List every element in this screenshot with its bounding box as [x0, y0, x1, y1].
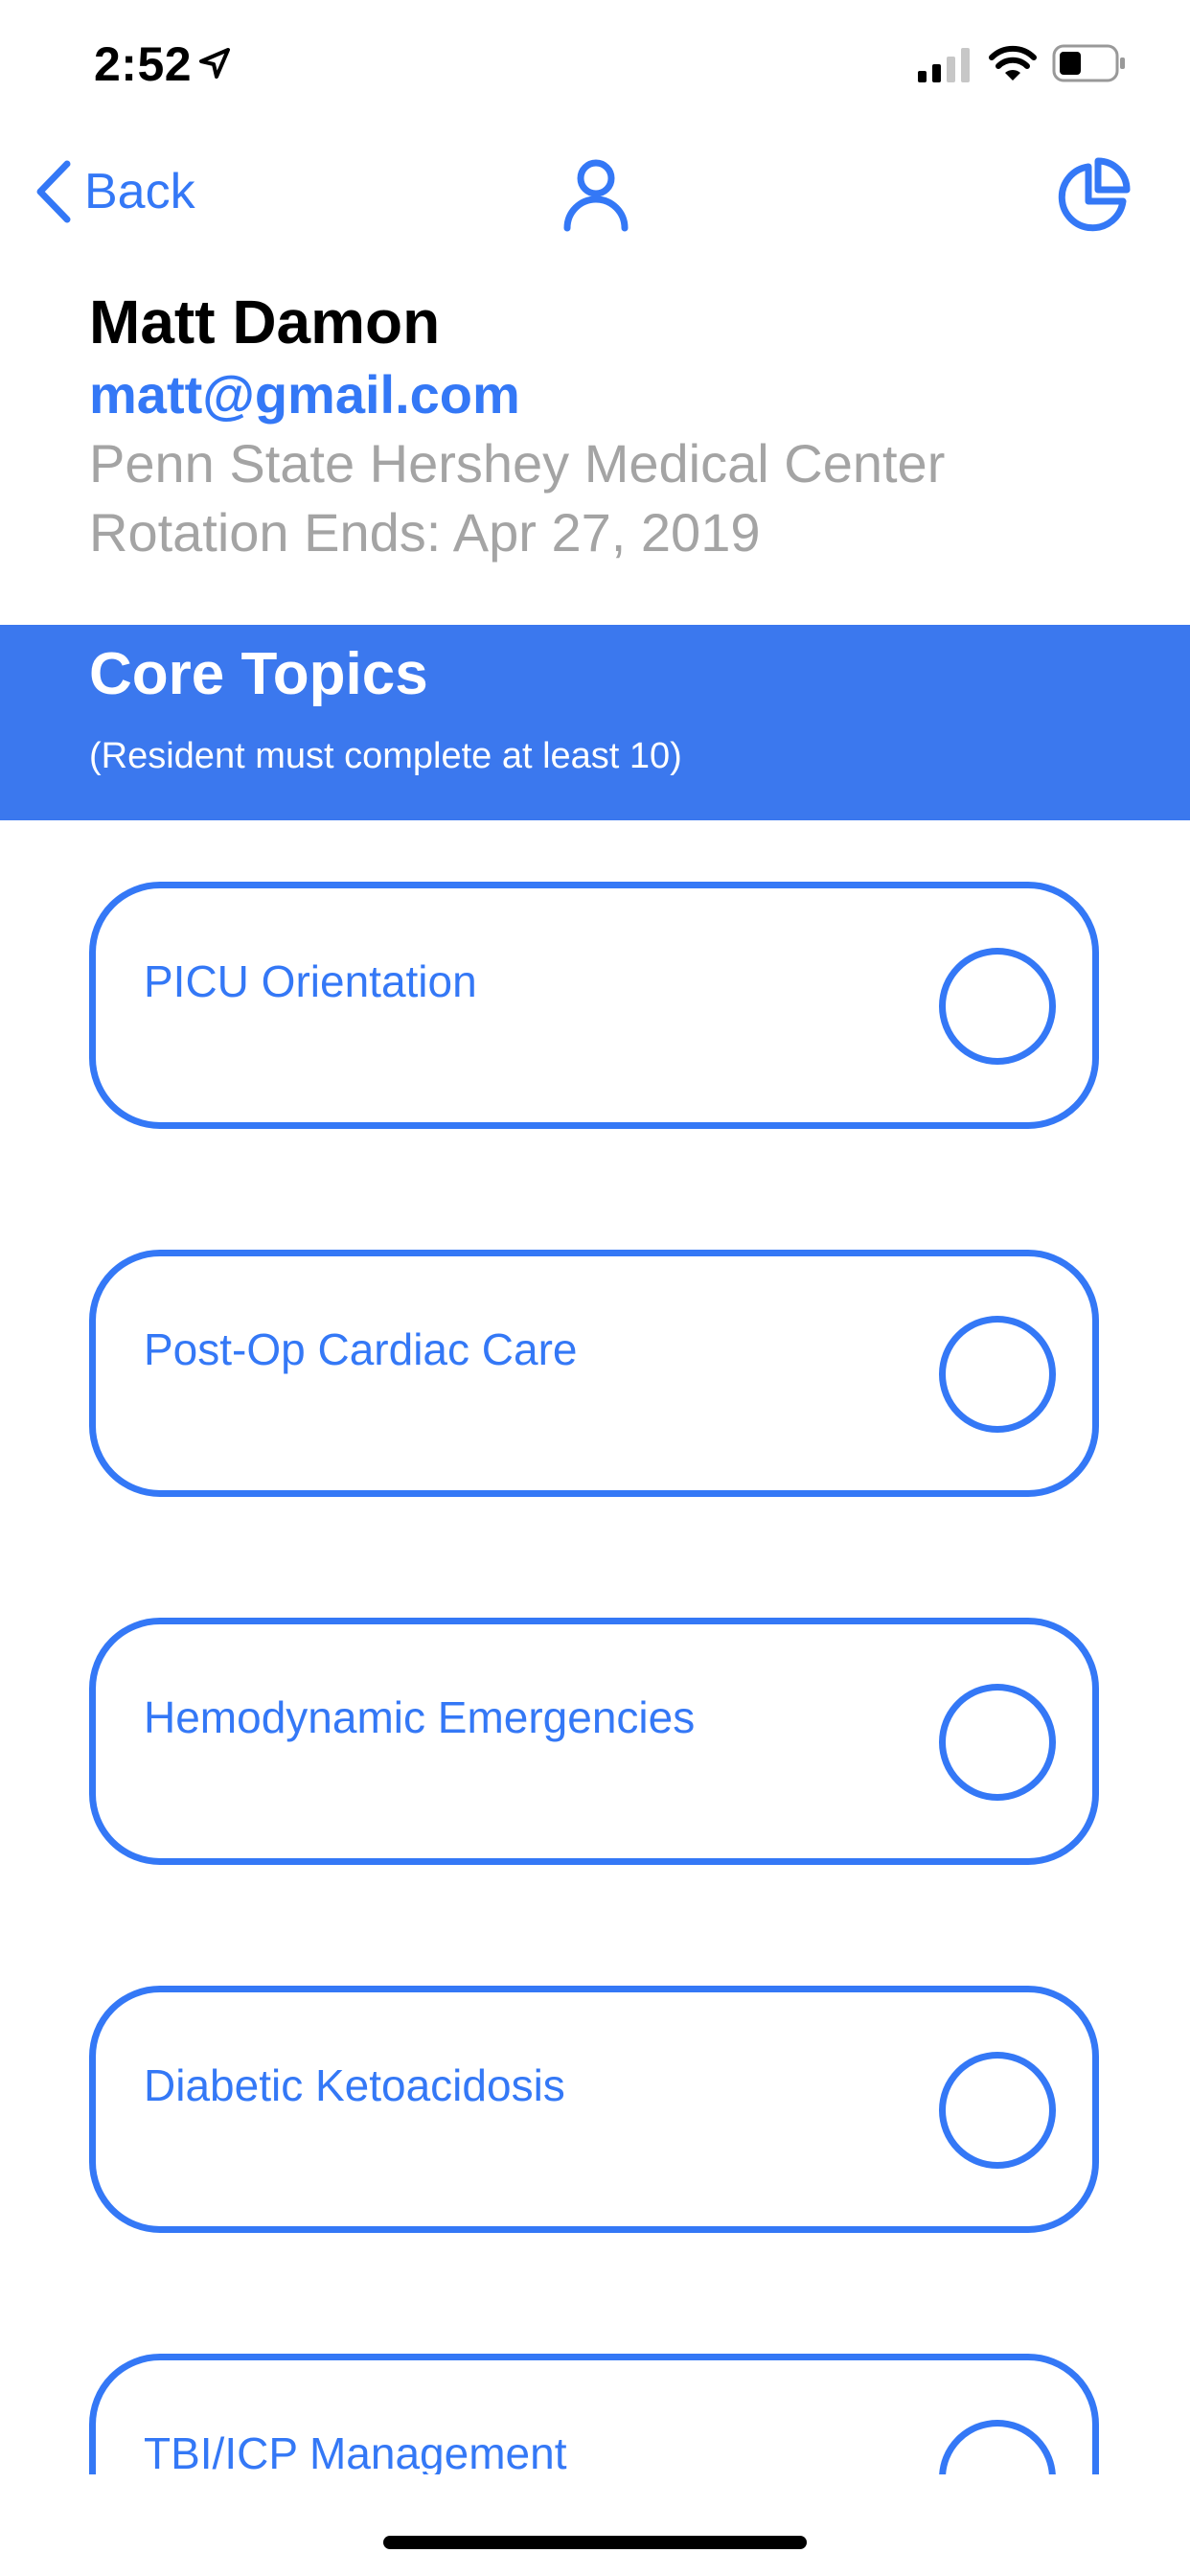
topic-label: PICU Orientation	[144, 956, 477, 1006]
navigation-bar: Back	[0, 134, 1190, 249]
status-bar: 2:52	[0, 0, 1190, 126]
topic-card[interactable]: PICU Orientation	[89, 882, 1099, 1129]
core-topics-header: Core Topics (Resident must complete at l…	[0, 625, 1190, 820]
resident-email[interactable]: matt@gmail.com	[89, 360, 1143, 429]
wifi-icon	[989, 45, 1037, 80]
completion-circle-icon[interactable]	[939, 2420, 1056, 2474]
topic-label: Post-Op Cardiac Care	[144, 1324, 578, 1374]
topic-label: Hemodynamic Emergencies	[144, 1692, 696, 1742]
pie-chart-icon[interactable]	[1054, 153, 1134, 234]
topics-list[interactable]: PICU Orientation Post-Op Cardiac Care He…	[0, 820, 1190, 2474]
topic-label: TBI/ICP Management	[144, 2428, 567, 2474]
resident-name: Matt Damon	[89, 288, 441, 356]
cellular-signal-icon	[918, 48, 970, 82]
chevron-left-icon	[36, 160, 71, 223]
battery-icon	[1052, 44, 1125, 82]
topic-card[interactable]: Diabetic Ketoacidosis	[89, 1986, 1099, 2233]
back-label: Back	[84, 164, 195, 219]
resident-institution: Penn State Hershey Medical Center	[89, 433, 946, 494]
topic-label: Diabetic Ketoacidosis	[144, 2060, 565, 2110]
completion-circle-icon[interactable]	[939, 1684, 1056, 1801]
resident-info: Matt Damon matt@gmail.com Penn State Her…	[89, 284, 1143, 567]
person-icon[interactable]	[558, 155, 634, 232]
topic-card[interactable]: Post-Op Cardiac Care	[89, 1250, 1099, 1497]
section-subtitle: (Resident must complete at least 10)	[89, 736, 682, 776]
section-title: Core Topics	[89, 641, 428, 707]
completion-circle-icon[interactable]	[939, 2052, 1056, 2169]
completion-circle-icon[interactable]	[939, 948, 1056, 1065]
location-arrow-icon	[199, 48, 230, 79]
rotation-end-date: Rotation Ends: Apr 27, 2019	[89, 502, 761, 563]
home-indicator[interactable]	[383, 2536, 807, 2549]
topic-card[interactable]: TBI/ICP Management	[89, 2354, 1099, 2474]
completion-circle-icon[interactable]	[939, 1316, 1056, 1433]
topic-card[interactable]: Hemodynamic Emergencies	[89, 1618, 1099, 1865]
status-time: 2:52	[94, 37, 193, 91]
back-button[interactable]: Back	[33, 158, 195, 225]
